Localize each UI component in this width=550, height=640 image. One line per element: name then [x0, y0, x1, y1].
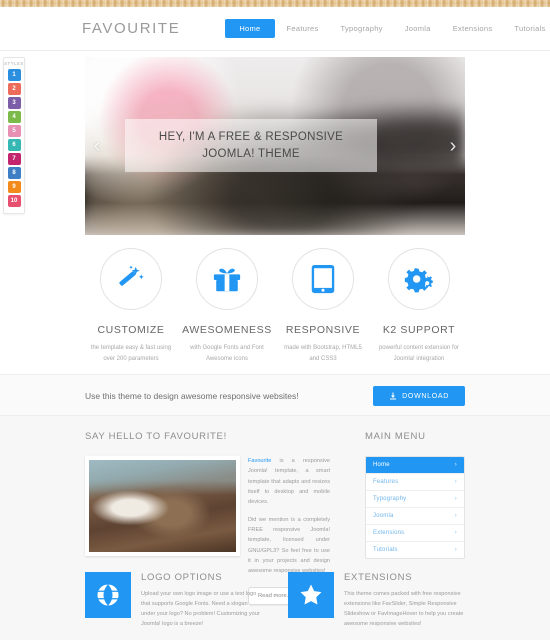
cta-text: Use this theme to design awesome respons…	[85, 391, 299, 401]
chevron-right-icon: ›	[454, 530, 457, 536]
feature-icon-circle	[292, 248, 354, 310]
gift-icon	[213, 268, 241, 292]
globe-icon	[97, 584, 119, 606]
info-box-title: LOGO OPTIONS	[141, 572, 223, 583]
style-swatch-6[interactable]: 6	[7, 139, 21, 151]
style-swatch-2[interactable]: 2	[7, 83, 21, 95]
menu-item-label: Tutorials	[373, 547, 398, 553]
chevron-right-icon: ›	[454, 496, 457, 502]
feature-title: RESPONSIVE	[285, 324, 361, 336]
feature-k2-support: K2 SUPPORT powerful content extension for…	[373, 248, 465, 364]
feature-customize: CUSTOMIZE the template easy & fast using …	[85, 248, 177, 364]
main-menu-heading: MAIN MENU	[365, 431, 426, 442]
favourite-link[interactable]: Favourite	[248, 458, 271, 464]
info-box-description: Upload your own logo image or use a text…	[141, 591, 260, 628]
style-swatch-7[interactable]: 7	[7, 153, 21, 165]
info-box-logo-options: LOGO OPTIONS Upload your own logo image o…	[85, 572, 262, 629]
styles-swatch-list: 1 2 3 4 5 6 7 8 9 10	[4, 69, 24, 207]
style-swatch-9[interactable]: 9	[7, 181, 21, 193]
magic-wand-icon	[119, 265, 144, 286]
nav-item-joomla[interactable]: Joomla	[395, 19, 441, 38]
features-section: CUSTOMIZE the template easy & fast using …	[85, 248, 465, 364]
info-box-icon-tile	[288, 572, 334, 618]
download-button-label: DOWNLOAD	[402, 392, 449, 400]
menu-item-extensions[interactable]: Extensions ›	[366, 525, 464, 542]
feature-responsive: RESPONSIVE made with Bootstrap, HTML5 and…	[277, 248, 369, 364]
nav-item-tutorials[interactable]: Tutorials	[504, 19, 550, 38]
info-box-title: EXTENSIONS	[344, 572, 413, 583]
menu-item-typography[interactable]: Typography ›	[366, 491, 464, 508]
menu-item-home[interactable]: Home ›	[366, 457, 464, 474]
menu-item-label: Home	[373, 462, 390, 468]
feature-description: the template easy & fast using over 200 …	[90, 345, 172, 362]
chevron-right-icon: ›	[454, 547, 457, 553]
nav-item-typography[interactable]: Typography	[331, 19, 393, 38]
style-swatch-4[interactable]: 4	[7, 111, 21, 123]
menu-item-label: Extensions	[373, 530, 405, 536]
hero-headline-line1: HEY, I'M A FREE & RESPONSIVE	[158, 131, 344, 143]
styles-switcher-panel[interactable]: STYLES 1 2 3 4 5 6 7 8 9 10	[3, 57, 25, 214]
gears-icon	[404, 268, 433, 293]
chevron-right-icon: ›	[454, 513, 457, 519]
feature-description: with Google Fonts and Font Awesome icons	[190, 345, 264, 362]
about-heading: SAY HELLO TO FAVOURITE!	[85, 431, 227, 442]
menu-item-tutorials[interactable]: Tutorials ›	[366, 542, 464, 558]
feature-icon-circle	[196, 248, 258, 310]
download-call-to-action-band: Use this theme to design awesome respons…	[0, 374, 550, 416]
feature-icon-circle	[388, 248, 450, 310]
style-swatch-5[interactable]: 5	[7, 125, 21, 137]
nav-item-home[interactable]: Home	[225, 19, 275, 38]
feature-title: CUSTOMIZE	[97, 324, 165, 336]
chevron-right-icon: ›	[454, 479, 457, 485]
menu-item-label: Joomla	[373, 513, 394, 519]
info-box-icon-tile	[85, 572, 131, 618]
style-swatch-8[interactable]: 8	[7, 167, 21, 179]
page-root: FAVOURITE Home Features Typography Joomla Ex…	[0, 0, 550, 640]
about-paragraph-1: Favourite is a responsive Joomla! templa…	[248, 456, 330, 508]
feature-description: powerful content extension for Joomla! i…	[378, 345, 460, 362]
style-swatch-1[interactable]: 1	[7, 69, 21, 81]
menu-item-joomla[interactable]: Joomla ›	[366, 508, 464, 525]
feature-icon-circle	[100, 248, 162, 310]
site-brand[interactable]: FAVOURITE	[82, 20, 180, 37]
hero-caption: HEY, I'M A FREE & RESPONSIVE JOOMLA! THE…	[125, 119, 377, 173]
feature-title: K2 SUPPORT	[382, 324, 456, 336]
style-swatch-10[interactable]: 10	[7, 195, 21, 207]
about-paragraph-2: Did we mention is a completely FREE resp…	[248, 516, 330, 575]
menu-item-features[interactable]: Features ›	[366, 474, 464, 491]
star-icon	[300, 584, 322, 605]
download-button[interactable]: DOWNLOAD	[373, 386, 465, 406]
info-boxes-section: LOGO OPTIONS Upload your own logo image o…	[85, 572, 465, 629]
menu-item-label: Typography	[373, 496, 407, 502]
about-paragraph-1-rest: is a responsive Joomla! template, a smar…	[248, 458, 330, 506]
download-icon	[390, 392, 397, 400]
top-wood-strip	[0, 0, 550, 7]
feature-awesomeness: AWESOMENESS with Google Fonts and Font Aw…	[181, 248, 273, 364]
slider-next-arrow-icon[interactable]: ›	[445, 136, 461, 156]
main-menu-list: Home › Features › Typography › Joomla › Extensio…	[365, 456, 465, 559]
style-swatch-3[interactable]: 3	[7, 97, 21, 109]
feature-title: AWESOMENESS	[182, 324, 272, 336]
chevron-right-icon: ›	[454, 462, 457, 468]
info-box-description: This theme comes packed with free respon…	[344, 591, 464, 628]
info-box-extensions: EXTENSIONS This theme comes packed with f…	[288, 572, 465, 629]
menu-item-label: Features	[373, 479, 399, 485]
slider-prev-arrow-icon[interactable]: ‹	[89, 136, 105, 156]
feature-description: made with Bootstrap, HTML5 and CSS3	[284, 345, 362, 362]
hero-headline-line2: JOOMLA! THEME	[202, 147, 300, 160]
tablet-icon	[311, 264, 335, 294]
main-navigation: Home Features Typography Joomla Extensions Tu…	[225, 19, 550, 38]
hero-slider[interactable]: HEY, I'M A FREE & RESPONSIVE JOOMLA! THE…	[85, 57, 465, 235]
nav-item-features[interactable]: Features	[277, 19, 329, 38]
about-photo	[85, 456, 240, 556]
styles-panel-title: STYLES	[4, 61, 24, 66]
nav-item-extensions[interactable]: Extensions	[443, 19, 503, 38]
site-header: FAVOURITE Home Features Typography Joomla Ex…	[0, 7, 550, 51]
